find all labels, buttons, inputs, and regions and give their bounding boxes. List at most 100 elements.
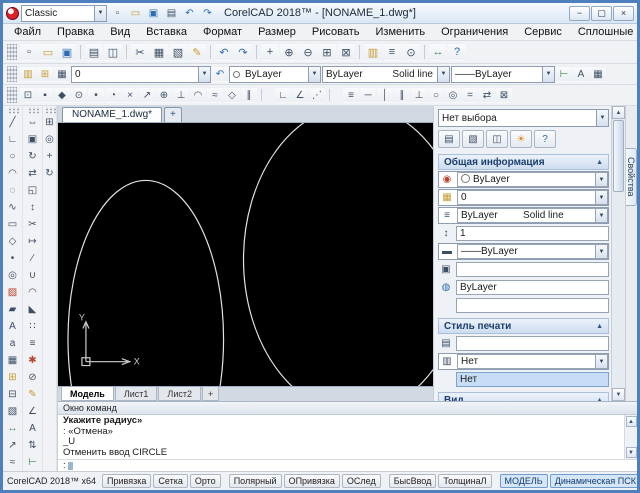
zoom-window-tool-icon[interactable]: ⊞ [43,114,56,131]
snap-node-icon[interactable]: • [88,87,104,103]
dimension-style-icon[interactable]: ⊢ [556,66,572,82]
tracking-toggle-icon[interactable]: ⋰ [309,87,325,103]
print-icon[interactable]: ▤ [85,43,103,61]
property-field[interactable]: 0 ▼ [457,190,608,205]
etrack-button[interactable]: ОСлед▼ [342,474,381,488]
save-doc-icon[interactable]: ▣ [145,5,162,21]
menu-dimension[interactable]: Размер [250,24,304,40]
snap-tangent-icon[interactable]: ◠ [190,87,206,103]
text-icon[interactable]: A [4,318,22,335]
toolbar-icon[interactable] [253,43,260,61]
property-field[interactable]: ByLayer ▼ [456,280,609,295]
snap-perpendicular-icon[interactable]: ⊥ [173,87,189,103]
snap-parallel-icon[interactable]: ∥ [241,87,257,103]
doc-tab-new[interactable]: + [164,107,182,122]
minimize-button[interactable]: − [569,6,590,21]
toolbar-icon[interactable] [77,43,84,61]
polar-button[interactable]: Полярный▼ [229,474,282,488]
toolbar-icon[interactable] [356,43,363,61]
doc-tab-noname1[interactable]: NONAME_1.dwg* [62,107,162,122]
toolbar-icon[interactable] [326,87,342,103]
print-preview-icon[interactable]: ◫ [104,43,122,61]
move-icon[interactable]: ⇔ [24,114,42,131]
menu-file[interactable]: Файл [6,24,49,40]
edit-polyline-icon[interactable]: ∠ [24,403,42,420]
toolbar-icon[interactable] [421,43,428,61]
property-field[interactable]: Нет ▼ [457,354,608,369]
copy-entity-icon[interactable]: ▣ [24,131,42,148]
spline-icon[interactable]: ∿ [4,199,22,216]
constraint-perpendicular-icon[interactable]: ⊥ [411,87,427,103]
sheet-tab-model[interactable]: Модель [61,387,114,401]
save-icon[interactable]: ▣ [58,43,76,61]
leader-icon[interactable]: ↗ [4,437,22,454]
layer-properties-icon[interactable]: ▥ [20,66,36,82]
point-icon[interactable]: • [4,250,22,267]
constraint-concentric-icon[interactable]: ◎ [445,87,461,103]
menu-view[interactable]: Вид [102,24,138,40]
insert-block-icon[interactable]: ⊟ [4,386,22,403]
sheet-tab-add[interactable]: + [202,387,219,401]
zoom-out-icon[interactable]: ⊖ [299,43,317,61]
snap-apparent-icon[interactable]: ◇ [224,87,240,103]
stretch-icon[interactable]: ↕ [24,199,42,216]
snap-quadrant-icon[interactable]: ◔ [105,87,121,103]
lineweight-button[interactable]: ТолщинаЛ▼ [438,474,491,488]
property-field[interactable]: ByLayer Solid line ▼ [457,208,608,223]
region-icon[interactable]: ▰ [4,301,22,318]
snap-nearest-icon[interactable]: ≈ [207,87,223,103]
ortho-button[interactable]: Орто▼ [190,474,221,488]
entity-snap-icon[interactable]: ⊙ [402,43,420,61]
property-field[interactable]: ▼ [456,298,609,313]
dynamic-ucs-button[interactable]: Динамическая ПСК▼ [550,474,637,488]
property-field[interactable]: ▼ [456,336,609,351]
properties-icon[interactable]: ≡ [383,43,401,61]
toolbar-icon[interactable] [207,43,214,61]
hatch-icon[interactable]: ▨ [4,284,22,301]
menu-format[interactable]: Формат [195,24,250,40]
toolbar-grip[interactable] [27,107,39,114]
polar-toggle-icon[interactable]: ∠ [292,87,308,103]
menu-draw[interactable]: Рисовать [304,24,368,40]
cut-icon[interactable]: ✂ [131,43,149,61]
extend-icon[interactable]: ↦ [24,233,42,250]
refresh-view-icon[interactable]: ↻ [43,165,56,182]
scroll-up-icon[interactable]: ▲ [612,106,625,119]
maximize-button[interactable]: ▢ [591,6,612,21]
circle-entity[interactable] [244,123,433,386]
menu-solids[interactable]: Сплошные [570,24,640,40]
revision-cloud-icon[interactable]: ≈ [4,454,22,471]
trim-icon[interactable]: ✂ [24,216,42,233]
constraint-parallel-icon[interactable]: ∥ [394,87,410,103]
workspace-combo[interactable]: Classic ▼ [21,5,107,22]
esnap-button[interactable]: ОПривязка▼ [284,474,340,488]
sheet-tab-list1[interactable]: Лист1 [115,387,158,401]
weld-icon[interactable]: ∪ [24,267,42,284]
model-button[interactable]: МОДЕЛЬ▼ [500,474,548,488]
edit-text-icon[interactable]: A [24,420,42,437]
fillet-icon[interactable]: ◠ [24,284,42,301]
toolbar-grip[interactable] [7,107,19,114]
ortho-toggle-icon[interactable]: ∟ [275,87,291,103]
snap-insertion-icon[interactable]: ⊕ [156,87,172,103]
rotate-icon[interactable]: ↻ [24,148,42,165]
new-doc-icon[interactable]: ▫ [109,5,126,21]
scroll-down-icon[interactable]: ▼ [626,447,637,458]
erase-icon[interactable]: ⊘ [24,369,42,386]
line-weight-combo[interactable]: ——ByLayer ▼ [451,66,555,83]
copy-icon[interactable]: ▦ [150,43,168,61]
zoom-in-icon[interactable]: ⊕ [280,43,298,61]
scroll-up-icon[interactable]: ▲ [626,416,637,427]
match-properties-icon[interactable]: ✎ [24,386,42,403]
property-field[interactable]: ▼ [456,262,609,277]
property-field[interactable]: ByLayer ▼ [457,172,608,187]
format-painter-icon[interactable]: ✎ [188,43,206,61]
table-icon[interactable]: ▦ [4,352,22,369]
layer-state-icon[interactable]: ▦ [54,66,70,82]
print-doc-icon[interactable]: ▤ [163,5,180,21]
chamfer-icon[interactable]: ◣ [24,301,42,318]
layer-previous-icon[interactable]: ↶ [212,66,228,82]
constraint-fix-icon[interactable]: ⊠ [496,87,512,103]
line-style-combo[interactable]: ByLayer Solid line ▼ [322,66,450,83]
toolbar-grip[interactable] [7,87,17,103]
